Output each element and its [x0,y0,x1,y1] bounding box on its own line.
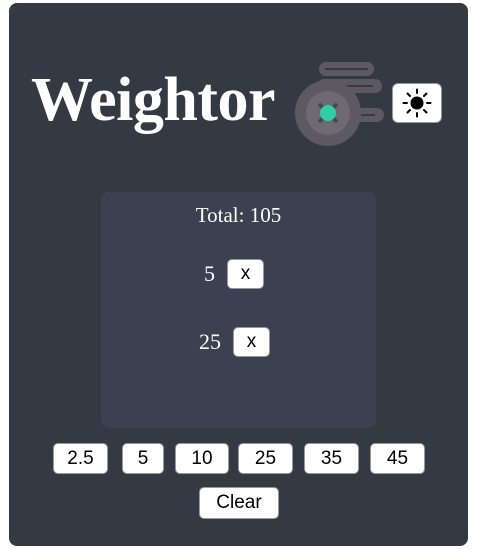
entry-value: 5 [204,261,215,286]
weight-list-panel: Total: 105 5 x 25 x [101,192,376,428]
header: Weightor [9,3,468,163]
remove-entry-button[interactable]: x [227,259,264,289]
sun-icon [402,88,432,118]
add-weight-35-button[interactable]: 35 [304,443,359,474]
total-label: Total: 105 [195,203,282,227]
add-weight-45-button[interactable]: 45 [370,443,425,474]
add-weight-25-button[interactable]: 25 [238,443,293,474]
dumbbell-plates-logo-icon [285,59,390,147]
add-weight-10-button[interactable]: 10 [175,443,229,474]
add-weight-2-5-button[interactable]: 2.5 [53,443,108,474]
entry-value: 25 [199,329,221,354]
list-item: 25 x [199,326,270,358]
clear-button[interactable]: Clear [199,487,279,519]
weight-buttons-row: 2.5 5 10 25 35 45 [9,443,468,475]
add-weight-5-button[interactable]: 5 [122,443,164,474]
app-title: Weightor [31,66,275,134]
theme-toggle-button[interactable] [392,83,442,123]
remove-entry-button[interactable]: x [233,327,270,357]
list-item: 5 x [204,258,264,290]
app-container: Weightor Total: 105 5 x 25 x 2.5 5 10 25… [9,3,468,546]
